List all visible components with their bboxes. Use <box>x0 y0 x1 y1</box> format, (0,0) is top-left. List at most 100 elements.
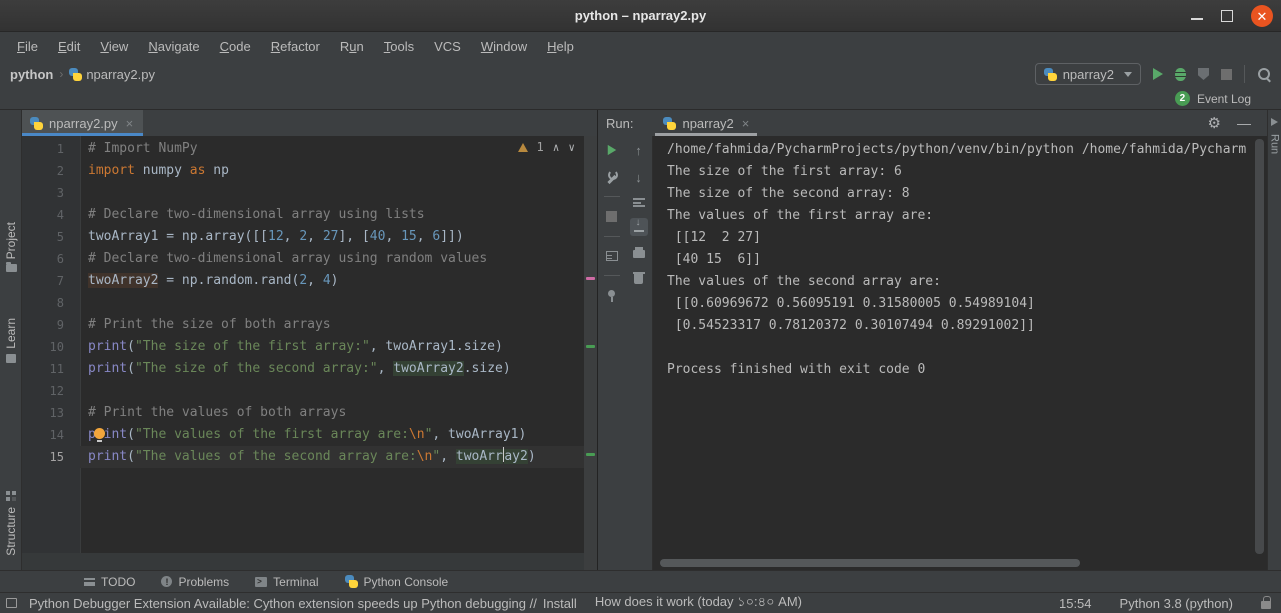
console-hscrollbar[interactable] <box>660 559 1080 567</box>
code-line-3[interactable]: 3 <box>22 182 597 204</box>
inspection-widget[interactable]: 1 ∧ ∨ <box>518 140 575 154</box>
code-line-8[interactable]: 8 <box>22 292 597 314</box>
line-number: 13 <box>22 402 80 424</box>
breadcrumb-file[interactable]: nparray2.py <box>86 67 155 82</box>
stop-button[interactable] <box>606 211 617 222</box>
print-icon[interactable] <box>633 250 645 258</box>
debug-button[interactable] <box>1175 68 1186 81</box>
editor-body[interactable]: 1 ∧ ∨ 1# Import NumPy2import numpy as np… <box>22 136 597 570</box>
sidebar-tab-project[interactable]: Project <box>0 222 22 272</box>
code-line-1[interactable]: 1# Import NumPy <box>22 138 597 160</box>
chevron-up-icon[interactable]: ∧ <box>553 141 560 154</box>
hide-icon[interactable]: — <box>1237 115 1251 131</box>
code-line-12[interactable]: 12 <box>22 380 597 402</box>
code-line-11[interactable]: 11print("The size of the second array:",… <box>22 358 597 380</box>
menu-help[interactable]: Help <box>538 36 583 57</box>
sidebar-tab-label: Structure <box>4 507 18 556</box>
python-file-icon <box>69 68 82 81</box>
code-line-14[interactable]: 14print("The values of the first array a… <box>22 424 597 446</box>
toolbar-divider <box>1244 65 1245 83</box>
down-stack-trace-icon[interactable]: ↓ <box>635 171 642 184</box>
run-toolbar: ↑ ↓ <box>598 136 653 570</box>
code-line-7[interactable]: 7twoArray2 = np.random.rand(2, 4) <box>22 270 597 292</box>
run-console-output[interactable]: /home/fahmida/PycharmProjects/python/ven… <box>653 136 1267 570</box>
editor-tab-nparray2[interactable]: nparray2.py × <box>22 110 143 136</box>
settings-wrench-icon[interactable] <box>606 170 618 182</box>
soft-wrap-icon[interactable] <box>633 198 645 207</box>
code-line-13[interactable]: 13# Print the values of both arrays <box>22 402 597 424</box>
editor-hscrollbar[interactable] <box>22 553 584 570</box>
run-configuration-select[interactable]: nparray2 <box>1035 63 1141 85</box>
scroll-to-end-button[interactable] <box>630 218 648 236</box>
sidebar-tab-structure[interactable]: Structure <box>0 490 22 556</box>
console-line <box>667 337 1267 359</box>
menu-code[interactable]: Code <box>211 36 260 57</box>
code-line-5[interactable]: 5twoArray1 = np.array([[12, 2, 27], [40,… <box>22 226 597 248</box>
tool-strip-run-tab[interactable]: Run <box>1269 134 1281 154</box>
line-number: 10 <box>22 336 80 358</box>
up-stack-trace-icon[interactable]: ↑ <box>635 144 642 157</box>
restore-layout-icon[interactable] <box>606 251 618 261</box>
coverage-button[interactable] <box>1198 68 1209 80</box>
bottom-tab-todo[interactable]: TODO <box>84 575 135 589</box>
code-line-10[interactable]: 10print("The size of the first array:", … <box>22 336 597 358</box>
toolwindow-switcher-icon[interactable] <box>6 598 17 608</box>
minimize-button[interactable] <box>1191 18 1203 20</box>
menu-run[interactable]: Run <box>331 36 373 57</box>
error-stripe[interactable] <box>584 136 597 570</box>
line-number: 5 <box>22 226 80 248</box>
bottom-tab-python-console[interactable]: Python Console <box>345 575 449 589</box>
line-number: 11 <box>22 358 80 380</box>
code-line-9[interactable]: 9# Print the size of both arrays <box>22 314 597 336</box>
line-number: 14 <box>22 424 80 446</box>
python-icon <box>1044 68 1057 81</box>
stripe-marker[interactable] <box>586 277 595 280</box>
maximize-button[interactable] <box>1221 10 1233 22</box>
console-vscrollbar[interactable] <box>1255 139 1264 554</box>
run-tab-nparray2[interactable]: nparray2 × <box>655 110 757 136</box>
rerun-button[interactable] <box>607 145 616 155</box>
chevron-down-icon[interactable]: ∨ <box>568 141 575 154</box>
event-log-button[interactable]: Event Log <box>1197 92 1251 106</box>
sidebar-tab-label: Project <box>4 222 18 259</box>
console-line: [0.54523317 0.78120372 0.30107494 0.8929… <box>667 315 1267 337</box>
menu-tools[interactable]: Tools <box>375 36 423 57</box>
pin-tab-icon[interactable] <box>607 290 617 302</box>
line-number: 4 <box>22 204 80 226</box>
stripe-marker[interactable] <box>586 345 595 348</box>
lock-icon[interactable] <box>1261 601 1271 609</box>
menu-refactor[interactable]: Refactor <box>262 36 329 57</box>
bottom-tab-problems[interactable]: !Problems <box>161 575 229 589</box>
bottom-tab-terminal[interactable]: >Terminal <box>255 575 318 589</box>
bottom-tool-bar: TODO !Problems >Terminal Python Console <box>0 570 1281 592</box>
how-it-works-link[interactable]: How does it work (today ১০:৪০ AM) <box>595 593 802 613</box>
left-tool-strip: ProjectLearnStructureFavorites★ <box>0 110 22 570</box>
sidebar-tab-learn[interactable]: Learn <box>0 318 22 363</box>
tab-close-icon[interactable]: × <box>126 116 134 131</box>
breadcrumb-project[interactable]: python <box>10 67 53 82</box>
stripe-marker[interactable] <box>586 453 595 456</box>
menu-view[interactable]: View <box>91 36 137 57</box>
close-button[interactable]: ✕ <box>1251 5 1273 27</box>
run-button[interactable] <box>1153 68 1163 80</box>
code-line-15[interactable]: 15print("The values of the second array … <box>22 446 597 468</box>
intention-bulb-icon[interactable] <box>94 428 105 439</box>
interpreter-widget[interactable]: Python 3.8 (python) <box>1120 596 1233 611</box>
menu-navigate[interactable]: Navigate <box>139 36 208 57</box>
bottom-tab-label: Problems <box>178 575 229 589</box>
gear-icon[interactable]: ⚙ <box>1208 116 1221 131</box>
console-line: The size of the first array: 6 <box>667 161 1267 183</box>
install-link[interactable]: Install <box>543 596 577 611</box>
menu-edit[interactable]: Edit <box>49 36 89 57</box>
code-line-6[interactable]: 6# Declare two-dimensional array using r… <box>22 248 597 270</box>
menu-vcs[interactable]: VCS <box>425 36 470 57</box>
code-line-4[interactable]: 4# Declare two-dimensional array using l… <box>22 204 597 226</box>
search-everywhere-icon[interactable] <box>1257 67 1271 81</box>
code-line-2[interactable]: 2import numpy as np <box>22 160 597 182</box>
clear-console-icon[interactable] <box>634 274 643 284</box>
menu-file[interactable]: File <box>8 36 47 57</box>
stop-button[interactable] <box>1221 69 1232 80</box>
warning-icon <box>518 143 528 152</box>
menu-window[interactable]: Window <box>472 36 536 57</box>
tab-close-icon[interactable]: × <box>742 116 750 131</box>
